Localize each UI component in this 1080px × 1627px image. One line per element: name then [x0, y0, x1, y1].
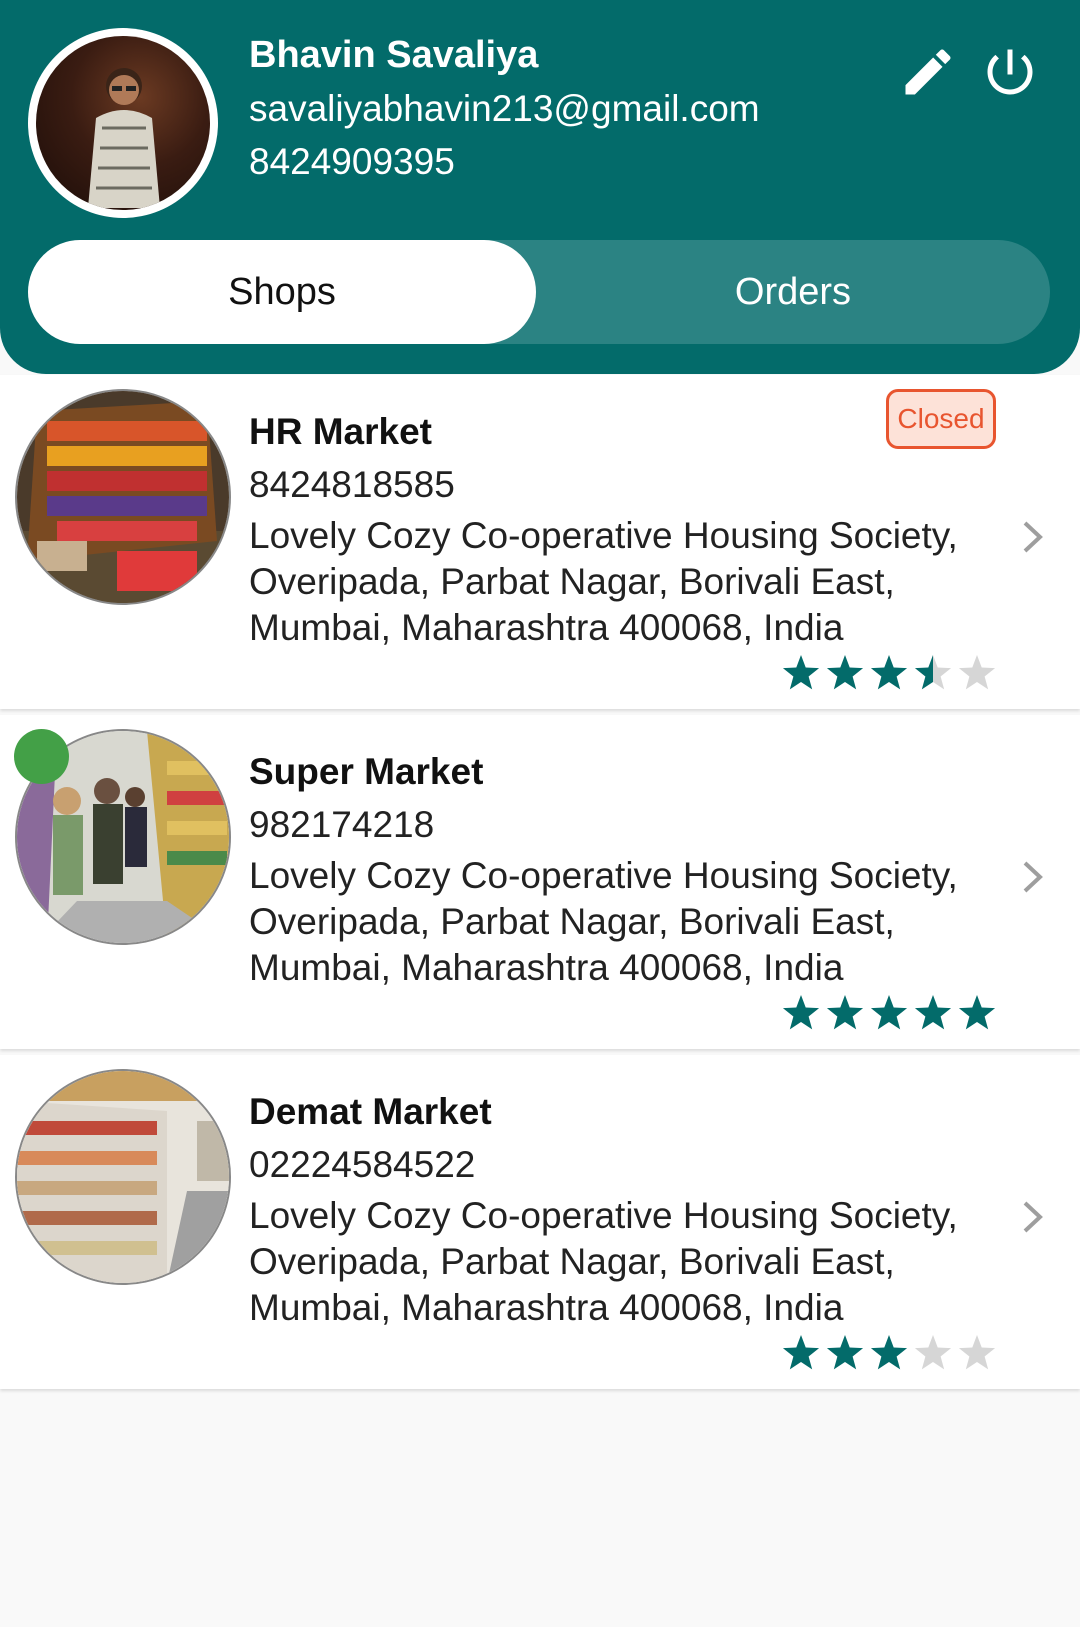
shop-image	[15, 1069, 231, 1285]
star-icon	[782, 655, 820, 690]
star-icon	[782, 995, 820, 1030]
star-icon	[870, 1335, 908, 1370]
shop-photo-icon	[17, 391, 229, 603]
pencil-icon[interactable]	[898, 42, 958, 102]
person-photo-icon	[88, 68, 160, 208]
user-email: savaliyabhavin213@gmail.com	[249, 88, 760, 129]
star-icon	[870, 995, 908, 1030]
rating-stars	[782, 995, 996, 1030]
star-icon	[826, 995, 864, 1030]
power-icon[interactable]	[980, 42, 1040, 102]
star-icon	[914, 995, 952, 1030]
shop-phone: 982174218	[249, 804, 435, 845]
star-icon	[870, 655, 908, 690]
shop-address: Lovely Cozy Co-operative Housing Society…	[249, 515, 958, 648]
shop-address: Lovely Cozy Co-operative Housing Society…	[249, 855, 958, 988]
status-badge: Closed	[886, 389, 996, 449]
star-icon	[958, 655, 996, 690]
rating-stars	[782, 655, 996, 690]
chevron-right-icon[interactable]	[1020, 1197, 1046, 1237]
shop-phone: 02224584522	[249, 1144, 476, 1185]
shop-name: HR Market	[249, 411, 432, 452]
profile-header: Bhavin Savaliya savaliyabhavin213@gmail.…	[0, 0, 1080, 374]
shop-image	[15, 389, 231, 605]
tab-orders[interactable]: Orders	[536, 240, 1050, 344]
star-icon	[914, 655, 952, 690]
shop-address: Lovely Cozy Co-operative Housing Society…	[249, 1195, 958, 1328]
tab-bar: Shops Orders	[28, 240, 1050, 344]
star-icon	[826, 1335, 864, 1370]
star-icon	[782, 1335, 820, 1370]
user-photo	[36, 36, 210, 210]
shop-card[interactable]: Demat Market 02224584522 Lovely Cozy Co-…	[0, 1055, 1080, 1389]
shop-name: Demat Market	[249, 1091, 492, 1132]
chevron-right-icon[interactable]	[1020, 517, 1046, 557]
shop-name: Super Market	[249, 751, 484, 792]
online-status-dot	[14, 729, 69, 784]
star-icon	[958, 1335, 996, 1370]
star-icon	[958, 995, 996, 1030]
user-avatar[interactable]	[28, 28, 218, 218]
user-phone: 8424909395	[249, 141, 455, 182]
tab-shops[interactable]: Shops	[28, 240, 536, 344]
chevron-right-icon[interactable]	[1020, 857, 1046, 897]
shop-card[interactable]: Closed HR Market 8424818585 Lovely Cozy …	[0, 375, 1080, 709]
shop-photo-icon	[17, 1071, 229, 1283]
star-icon	[914, 1335, 952, 1370]
rating-stars	[782, 1335, 996, 1370]
shop-card[interactable]: Super Market 982174218 Lovely Cozy Co-op…	[0, 715, 1080, 1049]
shop-phone: 8424818585	[249, 464, 455, 505]
user-name: Bhavin Savaliya	[249, 34, 539, 76]
star-icon	[826, 655, 864, 690]
